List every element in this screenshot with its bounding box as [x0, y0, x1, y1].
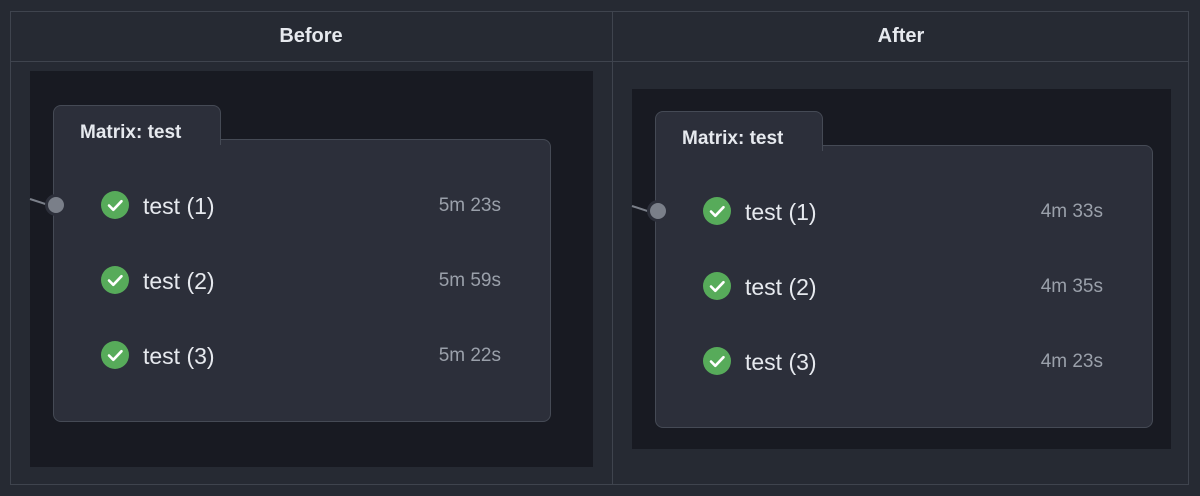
tab-seam	[656, 145, 822, 153]
job-item[interactable]: test (1) 5m 23s	[101, 188, 521, 224]
workflow-graph-after: Matrix: test test (1) 4m 33s test (2) 4m…	[631, 89, 1171, 449]
job-item[interactable]: test (3) 4m 23s	[703, 344, 1123, 380]
column-header-after: After	[877, 25, 925, 47]
job-name: test (2)	[143, 268, 215, 294]
job-duration: 4m 23s	[1040, 351, 1103, 372]
job-duration: 4m 35s	[1040, 276, 1103, 297]
check-circle-icon	[703, 347, 731, 375]
job-name: test (3)	[143, 343, 215, 369]
job-duration: 4m 33s	[1040, 201, 1103, 222]
matrix-group-after: Matrix: test test (1) 4m 33s test (2) 4m…	[655, 111, 1153, 428]
job-duration: 5m 59s	[438, 270, 501, 291]
check-circle-icon	[101, 266, 129, 294]
job-duration: 5m 22s	[438, 345, 501, 366]
check-circle-icon	[101, 191, 129, 219]
job-name: test (1)	[143, 193, 215, 219]
job-item[interactable]: test (1) 4m 33s	[703, 194, 1123, 230]
check-circle-icon	[101, 341, 129, 369]
job-duration: 5m 23s	[438, 195, 501, 216]
job-item[interactable]: test (2) 4m 35s	[703, 269, 1123, 305]
check-circle-icon	[703, 197, 731, 225]
connector-dot	[45, 194, 67, 216]
column-divider	[612, 11, 613, 485]
job-name: test (1)	[745, 199, 817, 225]
column-header-before: Before	[279, 25, 343, 47]
job-name: test (3)	[745, 349, 817, 375]
connector-dot	[647, 200, 669, 222]
check-circle-icon	[703, 272, 731, 300]
header-divider	[10, 61, 1189, 62]
tab-seam	[54, 139, 220, 147]
matrix-group-before: Matrix: test test (1) 5m 23s test (2) 5m…	[53, 105, 551, 422]
workflow-graph-before: Matrix: test test (1) 5m 23s test (2) 5m…	[29, 71, 593, 467]
job-name: test (2)	[745, 274, 817, 300]
job-item[interactable]: test (2) 5m 59s	[101, 263, 521, 299]
job-item[interactable]: test (3) 5m 22s	[101, 338, 521, 374]
